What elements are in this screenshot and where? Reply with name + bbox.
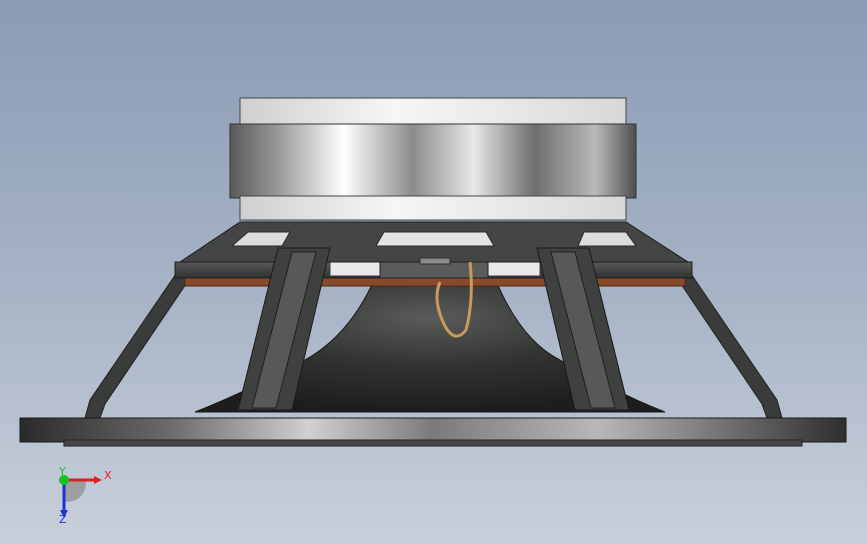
magnet-bottom-plate: [239, 195, 627, 221]
basket-leg-right-outer: [676, 267, 783, 419]
orientation-triad[interactable]: X Y Z: [50, 466, 120, 526]
x-axis-arrowhead: [94, 476, 102, 484]
y-axis-label: Y: [59, 465, 66, 478]
basket-leg-left-outer: [84, 267, 191, 419]
speaker-3d-model[interactable]: [0, 0, 867, 544]
top-frame-window-center: [375, 231, 495, 247]
graphics-viewport[interactable]: X Y Z: [0, 0, 867, 544]
magnet-top-plate: [239, 97, 627, 127]
flange-lip: [63, 439, 803, 447]
magnet-body: [229, 123, 637, 199]
z-axis-label: Z: [59, 513, 67, 526]
x-axis-label: X: [104, 469, 112, 482]
terminal-cap: [419, 257, 451, 265]
mounting-flange: [19, 417, 847, 443]
top-frame-window-right: [577, 231, 637, 247]
